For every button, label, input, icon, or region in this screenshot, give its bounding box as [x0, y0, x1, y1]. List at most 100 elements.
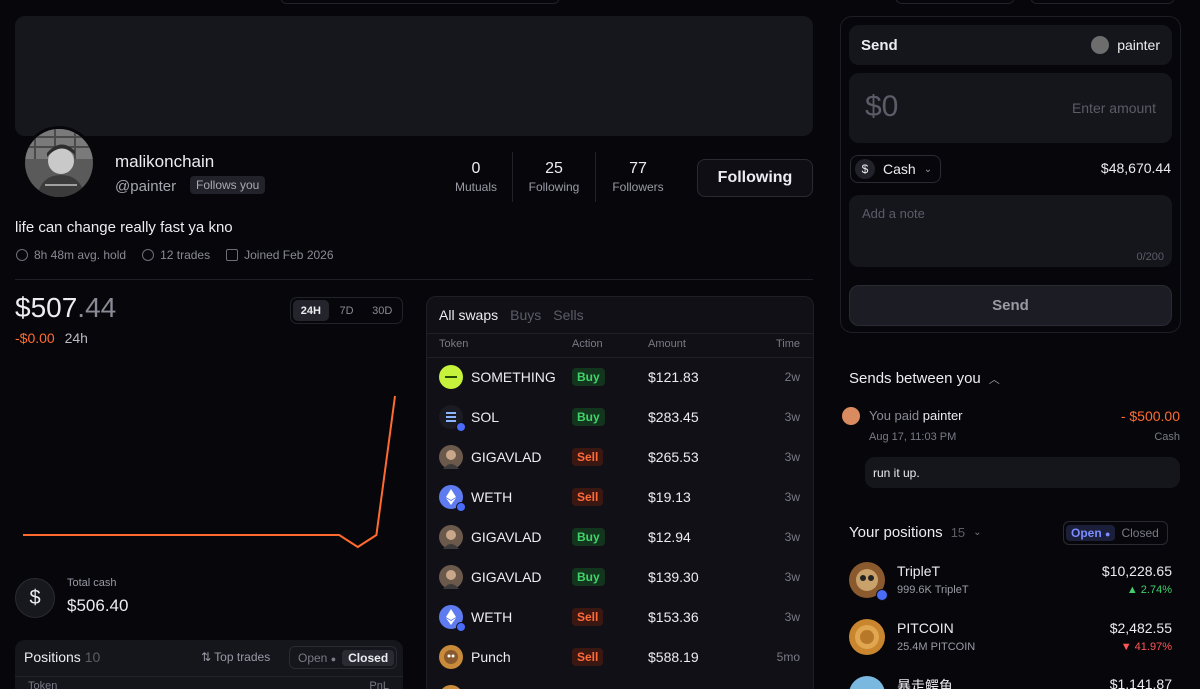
- swap-time: 3w: [784, 610, 800, 624]
- payment-recipient[interactable]: painter: [923, 408, 963, 423]
- avatar[interactable]: [22, 126, 96, 200]
- position-name: PITCOIN: [897, 620, 954, 636]
- calendar-icon: [226, 249, 239, 261]
- stat-mutuals[interactable]: 0 Mutuals: [440, 160, 512, 194]
- currency-select[interactable]: $ Cash ⌄: [850, 155, 942, 183]
- swap-row[interactable]: SOL Buy $283.45 3w: [427, 397, 813, 437]
- range-24h[interactable]: 24H: [293, 300, 329, 321]
- payment-date: Aug 17, 11:03 PM: [869, 431, 957, 443]
- following-button[interactable]: Following: [697, 159, 813, 197]
- range-selector: 24H 7D 30D: [290, 297, 403, 324]
- swap-row-partial[interactable]: [427, 677, 813, 689]
- open-tab-label: Open: [298, 650, 328, 665]
- swap-time: 3w: [784, 570, 800, 584]
- action-badge: Sell: [572, 448, 604, 466]
- ethereum-icon: [439, 605, 466, 632]
- action-badge: Buy: [572, 528, 605, 546]
- token-name: Punch: [471, 649, 511, 665]
- dollar-icon: $: [855, 159, 875, 179]
- total-cash-label: Total cash: [67, 577, 117, 589]
- clock-icon: [16, 249, 28, 261]
- swap-time: 3w: [784, 530, 800, 544]
- note-counter: 0/200: [1136, 251, 1164, 263]
- your-positions-header[interactable]: Your positions 15 ⌄: [849, 524, 982, 541]
- swap-time: 3w: [784, 450, 800, 464]
- swap-row[interactable]: SOMETHING Buy $121.83 2w: [427, 357, 813, 397]
- header-action: Action: [572, 338, 603, 350]
- tab-all-swaps[interactable]: All swaps: [439, 307, 498, 323]
- send-button[interactable]: Send: [849, 285, 1172, 326]
- joined-text: Joined Feb 2026: [244, 248, 334, 262]
- avg-hold-text: 8h 48m avg. hold: [34, 248, 127, 262]
- sends-between-header[interactable]: Sends between you ︿: [849, 370, 1000, 387]
- amount-placeholder: Enter amount: [1071, 100, 1156, 116]
- section-divider: [15, 279, 813, 280]
- portfolio-change: -$0.00 24h: [15, 330, 88, 346]
- header-token: Token: [439, 338, 469, 350]
- token-name: GIGAVLAD: [471, 449, 542, 465]
- swap-time: 3w: [784, 490, 800, 504]
- joined-meta: Joined Feb 2026: [226, 248, 334, 262]
- positions-open-tab[interactable]: Open ●: [1066, 525, 1116, 541]
- stat-followers[interactable]: 77 Followers: [596, 160, 680, 194]
- solana-icon: [439, 405, 466, 432]
- amount-input[interactable]: $0 Enter amount: [849, 73, 1172, 143]
- positions-open-label: Open: [1071, 526, 1102, 540]
- crocodile-token-icon: [849, 676, 885, 689]
- range-30d[interactable]: 30D: [364, 300, 400, 321]
- positions-closed-tab[interactable]: Closed: [1115, 525, 1164, 541]
- top-button-edge-2[interactable]: [1030, 0, 1175, 4]
- swap-amount: $121.83: [648, 369, 699, 385]
- swap-row[interactable]: GIGAVLAD Sell $265.53 3w: [427, 437, 813, 477]
- sort-icon: ⇅: [201, 650, 215, 664]
- swap-amount: $283.45: [648, 409, 699, 425]
- trades-icon: [142, 249, 155, 261]
- trades-meta: 12 trades: [142, 248, 210, 262]
- position-change: ▲ 2.74%: [1126, 584, 1172, 596]
- action-badge: Buy: [572, 568, 605, 586]
- payment-message: run it up.: [865, 457, 1180, 488]
- token-name: WETH: [471, 489, 513, 505]
- header-amount: Amount: [648, 338, 686, 350]
- sends-between-title: Sends between you: [849, 370, 981, 387]
- action-badge: Sell: [572, 608, 604, 626]
- open-tab[interactable]: Open ●: [292, 650, 342, 666]
- positions-open-closed-toggle: Open ● Closed: [1063, 521, 1168, 545]
- swap-time: 5mo: [776, 650, 800, 664]
- tab-sells[interactable]: Sells: [553, 307, 583, 323]
- payment-avatar: [842, 407, 860, 425]
- tab-buys[interactable]: Buys: [510, 307, 541, 323]
- recipient[interactable]: painter: [1091, 36, 1160, 54]
- positions-card: Positions 10 ⇅ Top trades Open ● Closed …: [15, 640, 403, 689]
- top-search-bar-edge[interactable]: [280, 0, 560, 4]
- range-7d[interactable]: 7D: [331, 300, 363, 321]
- payment-amount: - $500.00: [1120, 408, 1180, 424]
- swap-amount: $19.13: [648, 489, 691, 505]
- swap-row[interactable]: WETH Sell $153.36 3w: [427, 597, 813, 637]
- verified-icon: [456, 502, 466, 512]
- position-item-partial[interactable]: 暴走鳄鱼 $1,141.87: [849, 676, 1180, 689]
- profile-banner: [15, 16, 813, 136]
- punch-token-icon: [439, 645, 463, 669]
- swap-time: 2w: [784, 370, 800, 384]
- note-input[interactable]: Add a note 0/200: [849, 195, 1172, 267]
- send-panel: Send painter $0 Enter amount $ Cash ⌄ $4…: [840, 16, 1181, 333]
- top-trades-toggle[interactable]: ⇅ Top trades: [201, 650, 270, 664]
- token-name: GIGAVLAD: [471, 529, 542, 545]
- portfolio-value-cents: .44: [77, 292, 117, 323]
- verified-icon: [456, 422, 466, 432]
- stat-following[interactable]: 25 Following: [513, 160, 595, 194]
- swap-row[interactable]: Punch Sell $588.19 5mo: [427, 637, 813, 677]
- profile-meta: 8h 48m avg. hold 12 trades Joined Feb 20…: [16, 248, 334, 262]
- swap-row[interactable]: GIGAVLAD Buy $139.30 3w: [427, 557, 813, 597]
- swap-row[interactable]: WETH Sell $19.13 3w: [427, 477, 813, 517]
- swap-row[interactable]: GIGAVLAD Buy $12.94 3w: [427, 517, 813, 557]
- top-button-edge[interactable]: [895, 0, 1015, 4]
- closed-tab[interactable]: Closed: [342, 649, 395, 666]
- position-item[interactable]: TripleT 999.6K TripleT $10,228.65 ▲ 2.74…: [849, 562, 1180, 602]
- swap-amount: $139.30: [648, 569, 699, 585]
- position-item[interactable]: PITCOIN 25.4M PITCOIN $2,482.55 ▼ 41.97%: [849, 619, 1180, 659]
- position-name: 暴走鳄鱼: [897, 678, 953, 689]
- avatar-image: [25, 129, 93, 197]
- chevron-up-icon: ︿: [988, 373, 1000, 386]
